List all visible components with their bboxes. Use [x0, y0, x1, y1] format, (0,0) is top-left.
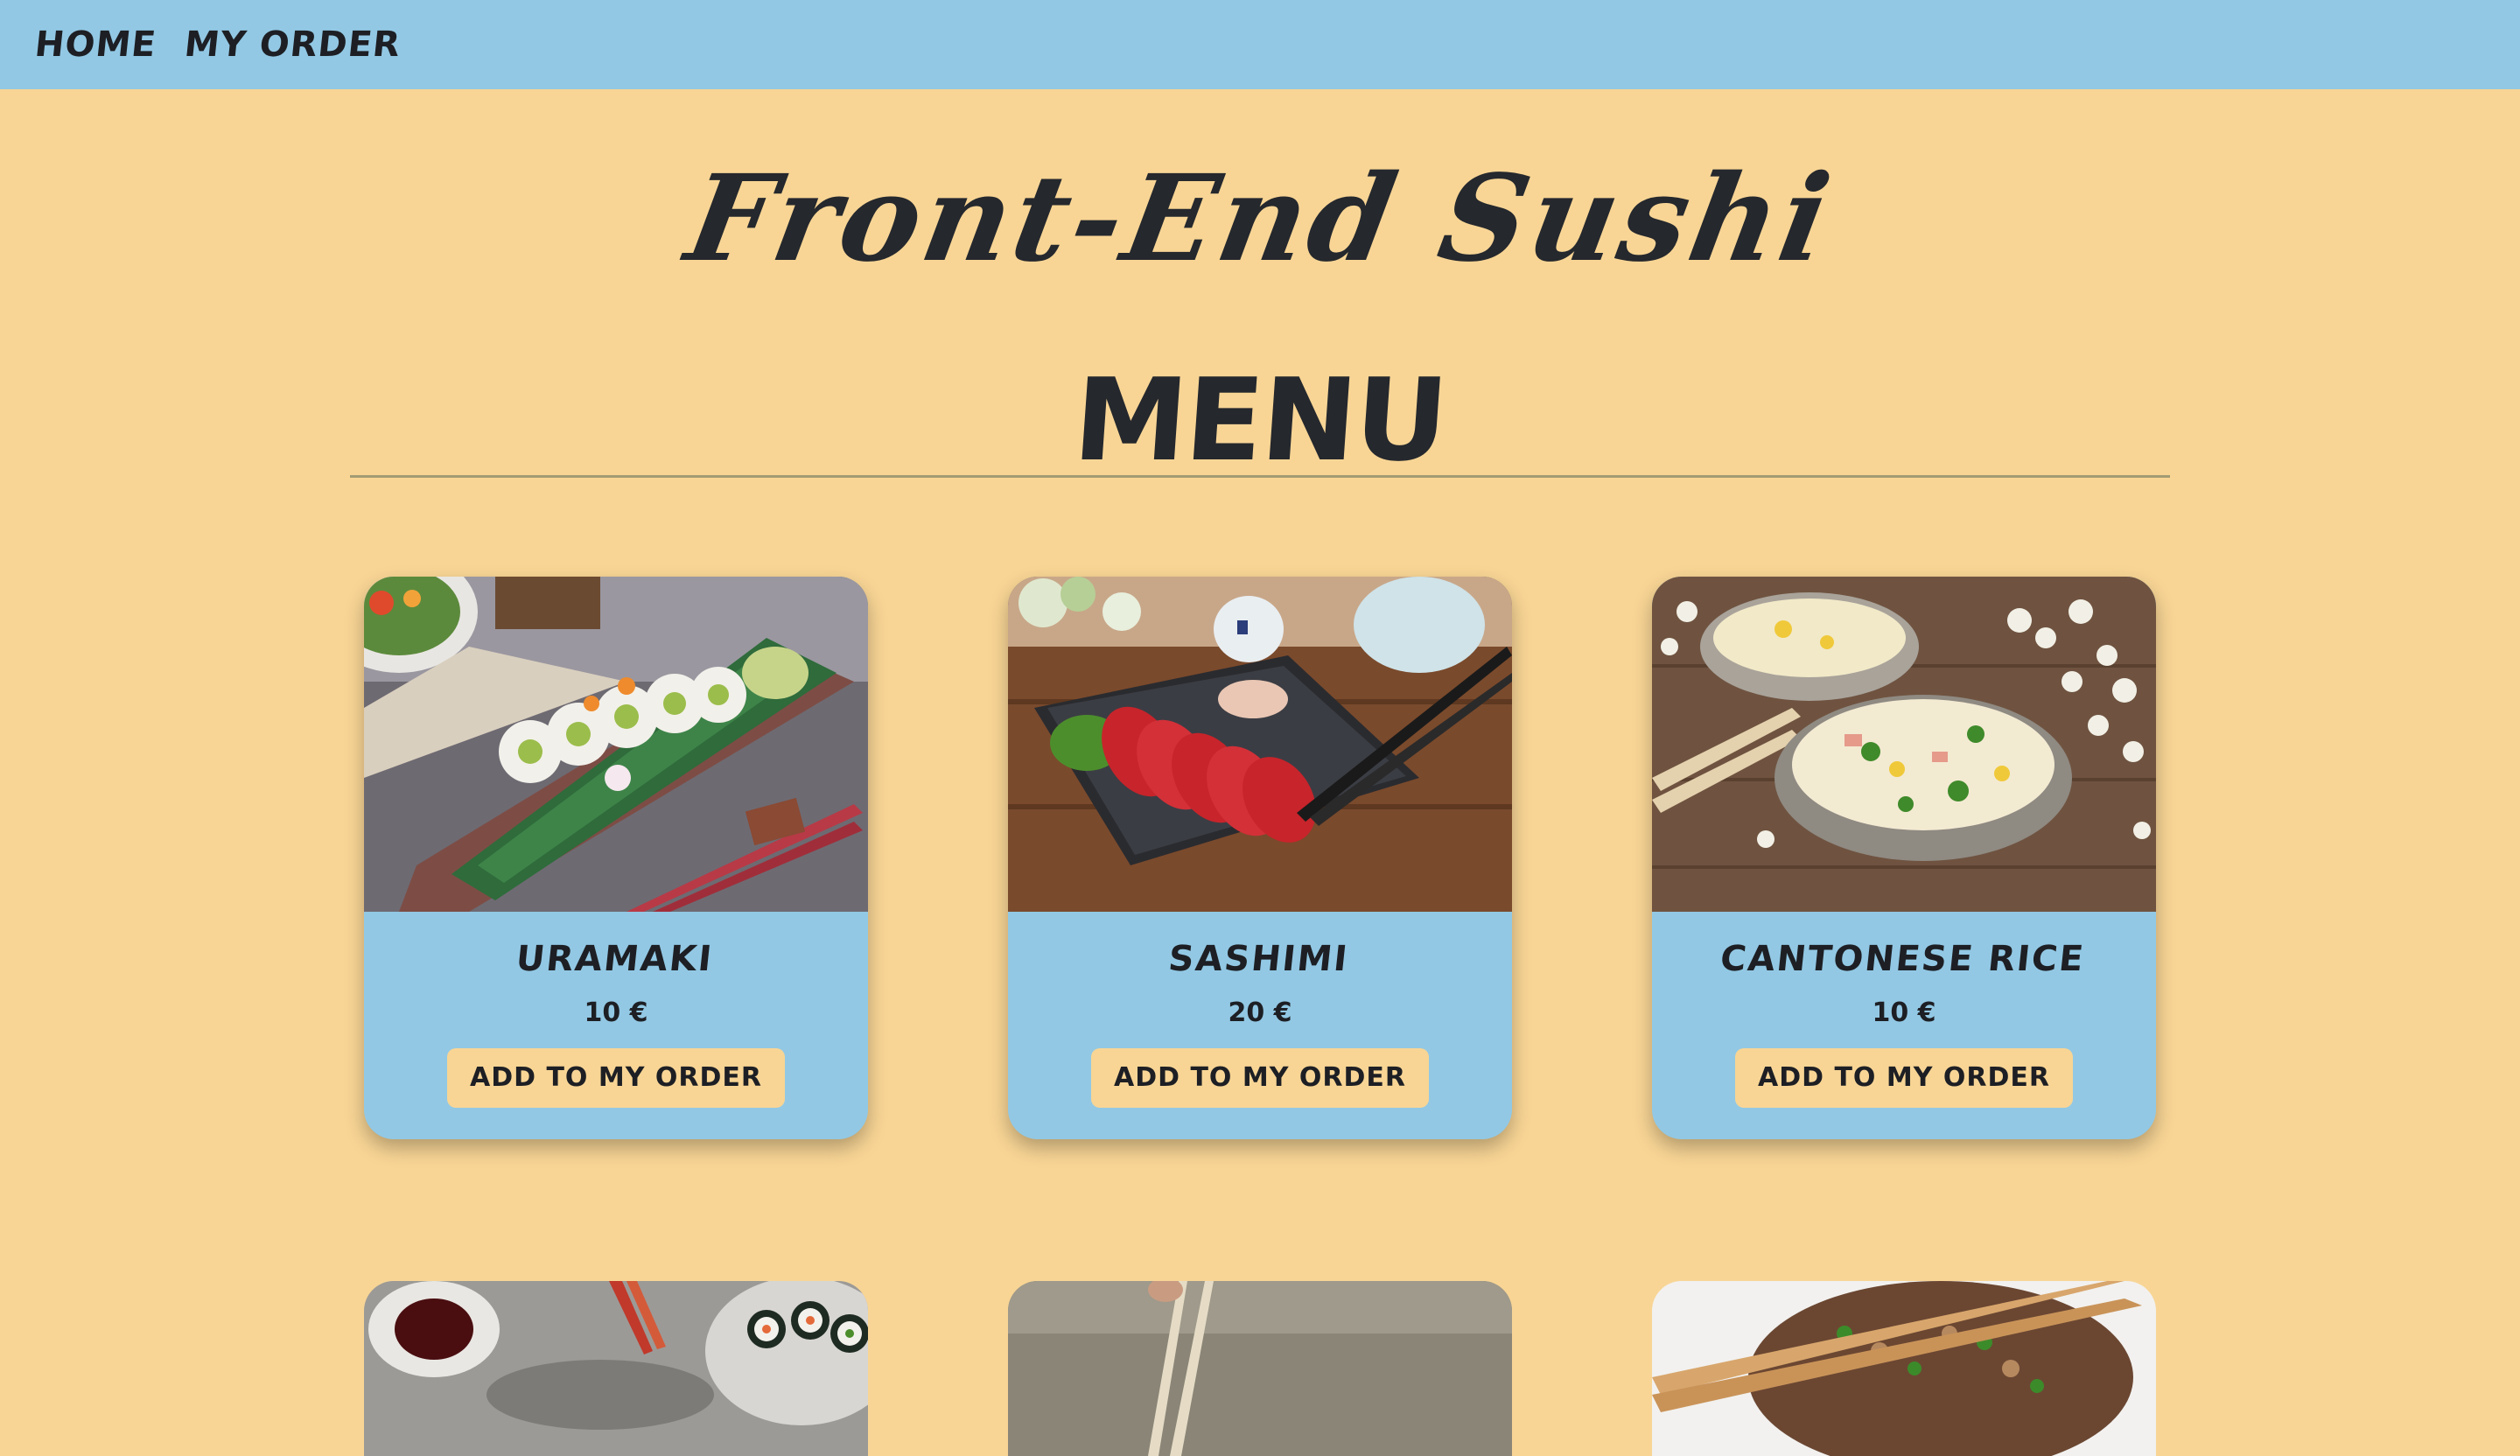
- rice-bowl-photo: [1652, 1281, 2156, 1456]
- maki-photo: [364, 1281, 868, 1456]
- dish-card-partial-rice-bowl: [1652, 1281, 2156, 1456]
- dish-card-body: SASHIMI 20 € ADD TO MY ORDER: [1008, 912, 1512, 1139]
- site-title: Front-End Sushi: [676, 149, 1844, 289]
- dish-name: CANTONESE RICE: [1718, 939, 2087, 979]
- dish-card-cantonese-rice: CANTONESE RICE 10 € ADD TO MY ORDER: [1652, 577, 2156, 1139]
- add-to-order-button[interactable]: ADD TO MY ORDER: [1091, 1048, 1429, 1108]
- top-navbar: HOME MY ORDER: [0, 0, 2520, 89]
- dish-card-partial-noodles: [1008, 1281, 1512, 1456]
- uramaki-photo: [364, 577, 868, 912]
- dish-name: URAMAKI: [514, 939, 716, 979]
- cantonese-rice-photo: [1652, 577, 2156, 912]
- nav-home-link[interactable]: HOME: [33, 24, 158, 65]
- dish-card-body: CANTONESE RICE 10 € ADD TO MY ORDER: [1652, 912, 2156, 1139]
- dish-name: SASHIMI: [1166, 939, 1351, 979]
- dish-card-sashimi: SASHIMI 20 € ADD TO MY ORDER: [1008, 577, 1512, 1139]
- dish-card-partial-maki: [364, 1281, 868, 1456]
- add-to-order-button[interactable]: ADD TO MY ORDER: [447, 1048, 785, 1108]
- menu-heading: MENU: [1069, 354, 1451, 486]
- dish-card-uramaki: URAMAKI 10 € ADD TO MY ORDER: [364, 577, 868, 1139]
- dish-price: 10 €: [1872, 998, 1936, 1028]
- dish-price: 10 €: [584, 998, 648, 1028]
- nav-my-order-link[interactable]: MY ORDER: [182, 24, 402, 65]
- sashimi-photo: [1008, 577, 1512, 912]
- dish-price: 20 €: [1228, 998, 1292, 1028]
- menu-divider: [350, 475, 2170, 478]
- dish-card-body: URAMAKI 10 € ADD TO MY ORDER: [364, 912, 868, 1139]
- noodles-photo: [1008, 1281, 1512, 1456]
- add-to-order-button[interactable]: ADD TO MY ORDER: [1735, 1048, 2073, 1108]
